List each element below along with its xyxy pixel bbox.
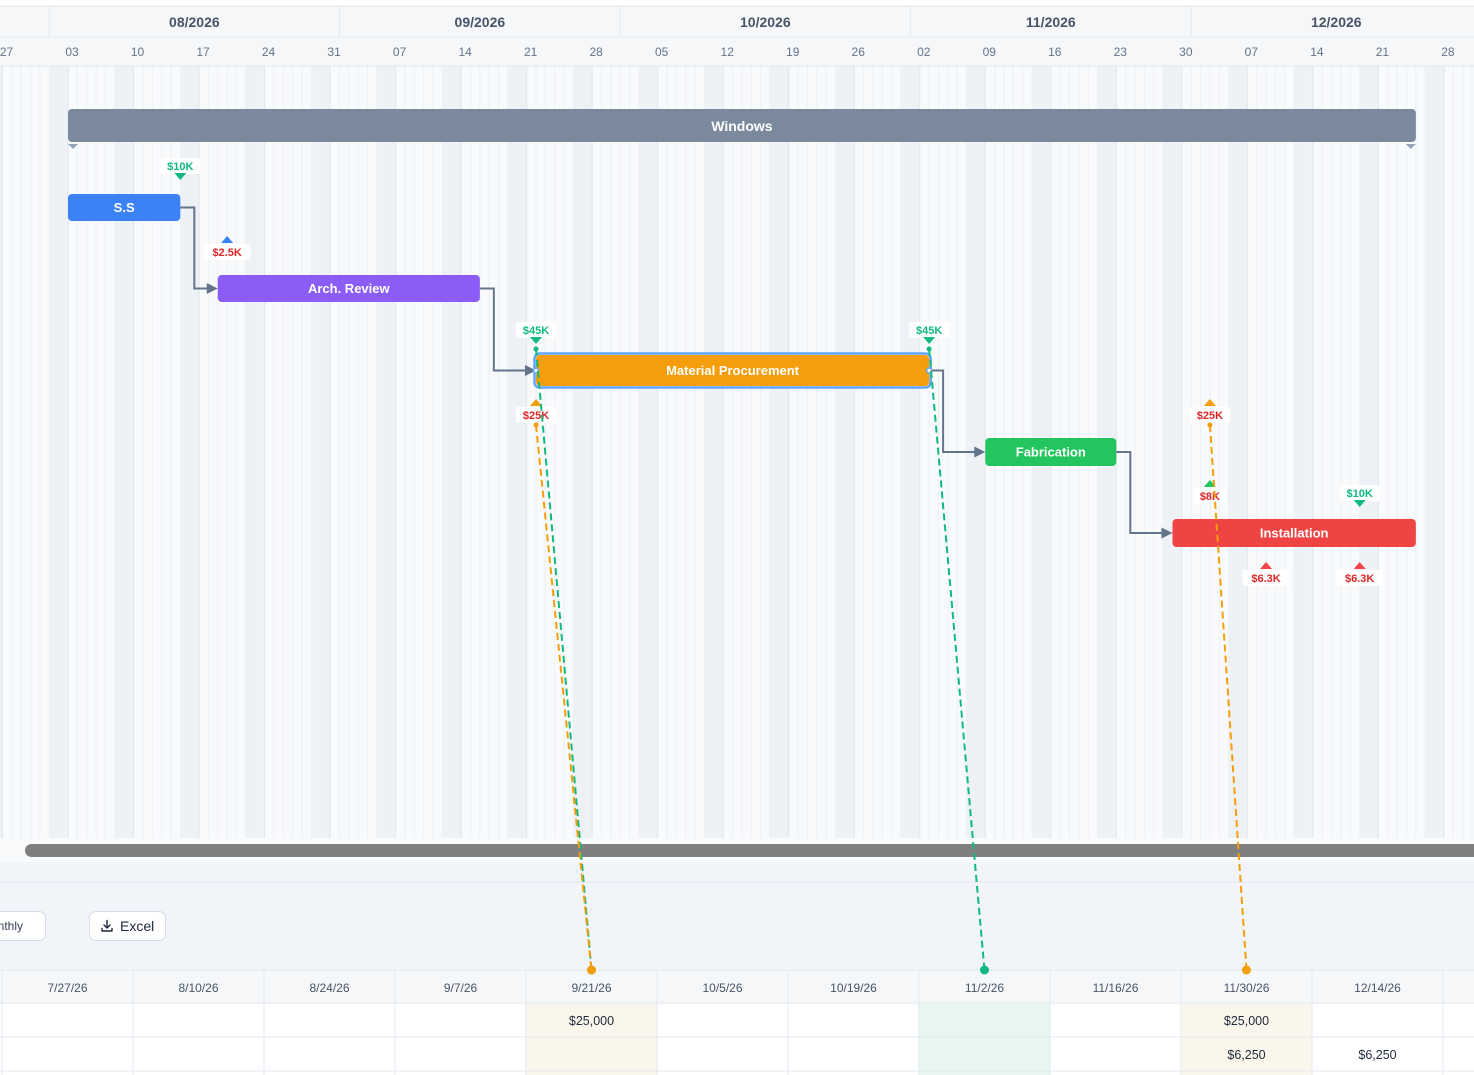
week-label: 17	[196, 45, 210, 59]
task-bar-arch-review-label: Arch. Review	[308, 281, 391, 296]
cashflow-link-end	[1242, 965, 1251, 975]
horizontal-scrollbar-thumb[interactable]	[25, 844, 1474, 857]
cash-amount-label: $6.3K	[1345, 573, 1374, 585]
table-column-header: 8/10/26	[178, 981, 218, 995]
week-label: 14	[458, 45, 472, 59]
cash-amount-label: $6.3K	[1251, 573, 1280, 585]
table-column-header: 11/30/26	[1224, 981, 1270, 995]
timeline-body-bg	[0, 66, 1474, 838]
cash-amount-label: $2.5K	[212, 247, 241, 259]
month-label: 09/2026	[455, 14, 506, 30]
export-excel-button[interactable]: Excel	[89, 911, 166, 941]
week-label: 05	[655, 45, 669, 59]
month-label: 12/2026	[1311, 14, 1362, 30]
monthly-view-label: onthly	[0, 919, 24, 933]
task-bar-installation-label: Installation	[1260, 526, 1329, 541]
table-column-header: 9/21/26	[571, 981, 611, 995]
table-cell: $25,000	[569, 1014, 614, 1028]
week-label: 28	[1441, 45, 1455, 59]
week-label: 03	[65, 45, 79, 59]
week-label: 30	[1179, 45, 1193, 59]
cashflow-link-start	[1207, 422, 1213, 428]
cash-amount-label: $25K	[523, 410, 549, 422]
cash-amount-label: $45K	[523, 325, 549, 337]
month-label: 11/2026	[1026, 14, 1076, 30]
table-column-header: 11/2/26	[965, 981, 1004, 995]
cashflow-link-end	[587, 965, 596, 975]
table-cell: $25,000	[1224, 1014, 1269, 1028]
cashflow-link-end	[980, 965, 989, 975]
cash-amount-label: $8K	[1200, 491, 1220, 503]
week-label: 24	[262, 45, 276, 59]
month-label: 10/2026	[740, 14, 791, 30]
cashflow-link-start	[926, 346, 932, 352]
task-bar-fabrication-label: Fabrication	[1016, 445, 1086, 460]
table-column-header: 10/5/26	[702, 981, 742, 995]
week-label: 23	[1114, 45, 1128, 59]
task-bar-ss-label: S.S	[114, 200, 135, 215]
week-label: 14	[1310, 45, 1324, 59]
week-label: 28	[589, 45, 603, 59]
table-column-header: 12/14/26	[1354, 981, 1401, 995]
monthly-view-button[interactable]: onthly	[0, 911, 46, 941]
week-label: 09	[983, 45, 997, 59]
week-label: 21	[1376, 45, 1390, 59]
group-bar-label: Windows	[711, 118, 773, 134]
week-label: 16	[1048, 45, 1062, 59]
cash-amount-label: $10K	[167, 161, 193, 173]
table-column-header: 11/16/26	[1093, 981, 1139, 995]
cashflow-link-start	[533, 422, 539, 428]
gantt-chart: 08/2026 09/2026 10/2026 11/2026 12/2026 27 03 1…	[0, 0, 1474, 1075]
task-bar-material-procurement-label: Material Procurement	[666, 363, 800, 378]
cash-amount-label: $45K	[916, 325, 942, 337]
cash-amount-label: $10K	[1347, 488, 1373, 500]
week-label: 07	[1245, 45, 1259, 59]
cash-amount-label: $25K	[1197, 410, 1223, 422]
table-cell: $6,250	[1358, 1048, 1396, 1062]
week-label: 27	[0, 45, 13, 59]
week-label: 07	[393, 45, 407, 59]
month-label: 08/2026	[169, 14, 220, 30]
week-label: 31	[327, 45, 341, 59]
gantt-canvas: 08/2026 09/2026 10/2026 11/2026 12/2026 27 03 1…	[0, 0, 1474, 1075]
download-icon	[101, 919, 113, 932]
week-label: 02	[917, 45, 931, 59]
week-label: 26	[852, 45, 866, 59]
week-label: 21	[524, 45, 538, 59]
week-label: 19	[786, 45, 800, 59]
table-cell: $6,250	[1227, 1048, 1265, 1062]
week-label: 10	[131, 45, 145, 59]
header-top-strip	[0, 0, 1474, 6]
table-column-header: 7/27/26	[47, 981, 87, 995]
week-label: 12	[721, 45, 735, 59]
cashflow-link-start	[533, 346, 539, 352]
table-column-header: 10/19/26	[830, 981, 877, 995]
highlight-col-income	[919, 1003, 1050, 1075]
export-excel-label: Excel	[120, 918, 155, 934]
table-column-header: 8/24/26	[309, 981, 349, 995]
table-column-header: 9/7/26	[444, 981, 478, 995]
